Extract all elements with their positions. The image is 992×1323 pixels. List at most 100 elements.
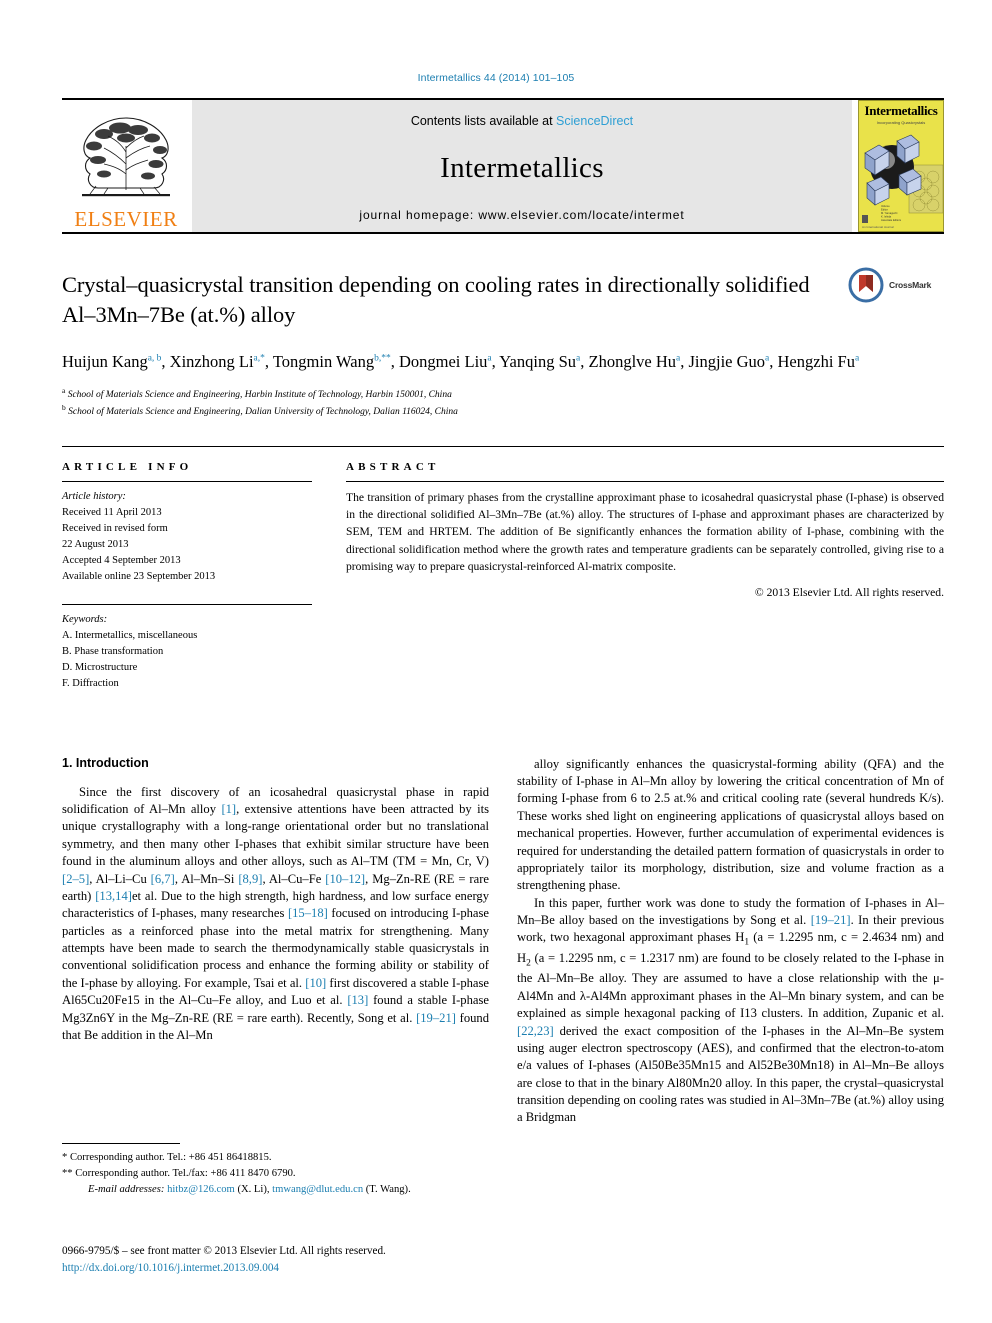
author-name: Huijun Kang [62,352,148,372]
crossmark-icon [848,267,884,303]
affiliation-text: School of Materials Science and Engineer… [68,407,458,418]
journal-band: Contents lists available at ScienceDirec… [192,100,852,232]
keyword-item: D. Microstructure [62,661,138,673]
article-history-item: Received 11 April 2013 [62,507,162,519]
abstract-column: ABSTRACT The transition of primary phase… [346,461,944,691]
citation-link[interactable]: [13,14] [95,889,132,903]
body-column-right: alloy significantly enhances the quasicr… [517,756,944,1127]
author-item: Dongmei Liua, [399,352,499,371]
contents-available-line: Contents lists available at ScienceDirec… [411,114,633,128]
chemical-subscript: 1 [744,937,750,948]
affiliation-mark: b [62,403,66,413]
svg-text:M. Yamaguchi: M. Yamaguchi [881,211,898,215]
info-abstract-row: ARTICLE INFO Article history: Received 1… [62,447,944,691]
keywords-rule [62,603,312,605]
author-name: Tongmin Wang [272,352,375,372]
citation-link[interactable]: [13] [347,993,368,1007]
body-column-left: 1. Introduction Since the first discover… [62,756,489,1127]
front-matter-line: 0966-9795/$ – see front matter © 2013 El… [62,1245,386,1257]
elsevier-logo: ELSEVIER [62,100,190,232]
doi-link[interactable]: http://dx.doi.org/10.1016/j.intermet.201… [62,1262,279,1274]
citation-link[interactable]: [10–12] [325,872,365,886]
elsevier-tree-icon [82,117,170,197]
affiliation-mark: a [62,386,66,396]
journal-masthead: ELSEVIER Contents lists available at Sci… [62,98,944,232]
citation-link[interactable]: [15–18] [288,906,328,920]
article-info-rule [62,481,312,483]
running-head: Intermetallics 44 (2014) 101–105 [417,72,575,84]
journal-homepage-line[interactable]: journal homepage: www.elsevier.com/locat… [359,208,684,222]
footnote-corresponding-2: ** Corresponding author. Tel./fax: +86 4… [62,1167,296,1179]
author-marks: a [854,353,860,364]
author-item: Xinzhong Lia,*, [170,352,273,371]
footnote-block: * Corresponding author. Tel.: +86 451 86… [62,1143,492,1198]
author-marks: a, b [147,353,162,364]
email-link-wang[interactable]: tmwang@dlut.edu.cn [272,1184,363,1195]
abstract-text: The transition of primary phases from th… [346,491,944,573]
affiliation-list: a School of Materials Science and Engine… [62,386,944,420]
author-marks: b,** [374,353,391,364]
abstract-heading: ABSTRACT [346,461,440,474]
author-sep: , [264,352,273,372]
author-name: Zhonglve Hu [588,352,677,372]
author-item: Zhonglve Hua, [588,352,688,371]
svg-text:K. Ishida: K. Ishida [881,215,892,219]
citation-link[interactable]: [2–5] [62,872,89,886]
affiliation-item: b School of Materials Science and Engine… [62,403,944,420]
citation-link[interactable]: [19–21] [416,1011,456,1025]
citation-link[interactable]: [19–21] [811,913,851,927]
article-history-item: 22 August 2013 [62,539,129,550]
crossmark-badge[interactable]: CrossMark [848,264,944,306]
svg-text:Associate Editors: Associate Editors [881,218,902,222]
article-info-heading: ARTICLE INFO [62,461,193,474]
author-item: Tongmin Wangb,**, [273,352,399,371]
keyword-item: B. Phase transformation [62,645,164,657]
email-owner-wang: (T. Wang). [365,1183,411,1195]
cover-title: Intermetallics [864,103,938,118]
citation-link[interactable]: [6,7] [151,872,175,886]
citation-link[interactable]: [22,23] [517,1024,554,1038]
email-link-li[interactable]: hitbz@126.com [167,1184,235,1195]
article-history-item: Received in revised form [62,523,168,535]
footnote-rule [62,1143,180,1144]
author-sep: , [769,352,778,372]
author-name: Xinzhong Li [169,352,254,372]
intro-paragraph-left: Since the first discovery of an icosahed… [62,784,490,1042]
author-item: Hengzhi Fua [778,352,860,371]
sciencedirect-link[interactable]: ScienceDirect [556,114,633,128]
citation-link[interactable]: [1] [221,802,236,816]
journal-name: Intermetallics [440,151,604,184]
author-sep: , [390,352,399,372]
paper-page: Intermetallics 44 (2014) 101–105 ELSEVIE… [0,0,992,1323]
article-info-column: ARTICLE INFO Article history: Received 1… [62,461,312,691]
author-list: Huijun Kanga, b, Xinzhong Lia,*, Tongmin… [62,350,884,374]
abstract-copyright: © 2013 Elsevier Ltd. All rights reserved… [754,585,944,599]
affiliation-text: School of Materials Science and Engineer… [67,390,452,401]
section-heading-introduction: 1. Introduction [62,755,149,770]
keyword-item: F. Diffraction [62,677,119,689]
author-item: Yanqing Sua, [499,352,588,371]
article-history-label: Article history: [62,491,126,503]
footnote-emails: E-mail addresses: hitbz@126.com (X. Li),… [88,1183,411,1195]
svg-text:Volume: Volume [881,204,890,208]
article-history-item: Accepted 4 September 2013 [62,554,181,566]
author-name: Yanqing Su [499,352,577,372]
author-name: Dongmei Liu [398,352,488,372]
citation-link[interactable]: [10] [305,976,326,990]
citation-link[interactable]: [8,9] [238,872,262,886]
keyword-item: A. Intermetallics, miscellaneous [62,629,198,641]
elsevier-wordmark: ELSEVIER [74,207,178,231]
keywords-label: Keywords: [62,613,108,625]
email-owner-li: (X. Li) [237,1183,267,1195]
crossmark-label: CrossMark [889,280,932,290]
contents-prefix: Contents lists available at [410,114,557,128]
author-item: Huijun Kanga, b, [62,352,170,371]
article-history-group: Article history: Received 11 April 2013 … [62,489,312,585]
cover-artwork-icon: VolumeEditor M. YamaguchiK. Ishida Assoc… [862,134,943,223]
author-sep: , [161,352,170,372]
keywords-group: Keywords: A. Intermetallics, miscellaneo… [62,612,312,692]
article-title-block: Crystal–quasicrystal transition dependin… [62,234,944,420]
abstract-rule [346,481,944,483]
body-columns: 1. Introduction Since the first discover… [62,756,944,1127]
